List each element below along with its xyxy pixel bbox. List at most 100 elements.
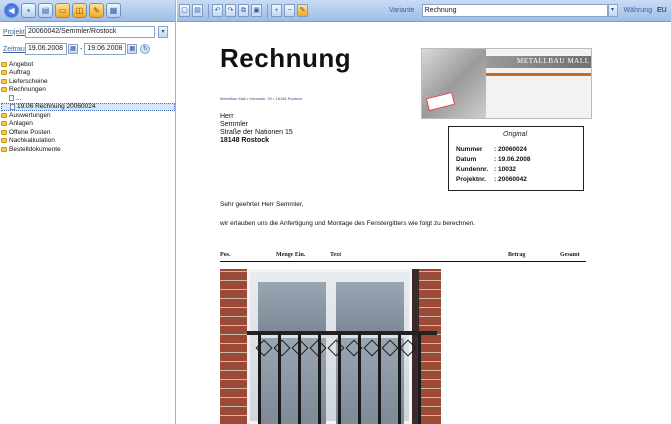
grille-diamond: [381, 339, 399, 357]
document-tree: Angebot Auftrag Lieferscheine Rechnungen...…: [0, 60, 175, 154]
variante-select[interactable]: Rechnung: [421, 4, 608, 17]
projekt-label: Projekt: [3, 28, 25, 36]
tree-item[interactable]: Nachkalkulation: [1, 137, 175, 146]
projekt-row: Projekt 20060042/Semmler/Rostock ▾: [0, 25, 175, 39]
logo-stripe: [486, 73, 591, 76]
edit-icon[interactable]: ✎: [89, 3, 104, 18]
zeitraum-row: Zeitraum 19.06.2008 ▦ - 19.06.2008 ▦ ↻: [0, 42, 175, 56]
date-to-field[interactable]: 19.06.2008: [84, 43, 127, 55]
tree-item-label: ...: [16, 94, 22, 102]
invoice-page: Rechnung Metallbau Mall • Hansastr. 90 •…: [196, 23, 596, 424]
date-separator: -: [80, 45, 83, 53]
info-value: : 19.06.2008: [494, 156, 531, 163]
tree-item-label: Offene Posten: [9, 128, 51, 136]
copy-icon[interactable]: ⧉: [238, 4, 249, 17]
table-header: Pos. Menge Ein. Text Betrag Gesamt: [220, 251, 586, 262]
waehrung-value[interactable]: EU: [657, 7, 667, 14]
address-line: Straße der Nationen 15: [220, 129, 293, 136]
tree-item-label: 19.06 Rechnung 20060024: [17, 103, 96, 111]
zoom-in-icon[interactable]: +: [271, 4, 282, 17]
tree-item[interactable]: Auftrag: [1, 69, 175, 78]
page-icon[interactable]: ▢: [179, 4, 190, 17]
print-preview-icon[interactable]: ▤: [192, 4, 203, 17]
tree-item[interactable]: ...: [1, 94, 175, 103]
tree-item[interactable]: Rechnungen: [1, 86, 175, 95]
calendar-to-icon[interactable]: ▦: [127, 44, 138, 54]
grille-bar: [418, 333, 421, 424]
greeting: Sehr geehrter Herr Semmler,: [220, 201, 304, 208]
info-row-kundennr: Kundennr. : 10032: [456, 166, 516, 173]
folder-icon: [1, 70, 7, 76]
grille-bar: [378, 333, 381, 424]
grid-icon[interactable]: ▦: [106, 3, 121, 18]
recipient-address: Herr Semmler Straße der Nationen 15 1814…: [220, 113, 293, 145]
folder-icon: [1, 146, 7, 152]
folder-icon[interactable]: ▭: [55, 3, 70, 18]
tree-item-label: Nachkalkulation: [9, 137, 55, 145]
address-line: Semmler: [220, 121, 249, 128]
col-menge: Menge Ein.: [276, 252, 306, 258]
tree-item[interactable]: Auswertungen: [1, 111, 175, 120]
save-icon[interactable]: ▪: [21, 3, 36, 18]
tree-item[interactable]: Offene Posten: [1, 128, 175, 137]
left-panel: ◀ ▪ ▤ ▭ ◫ ✎ ▦ Projekt 20060042/Semmler/R…: [0, 0, 176, 424]
folder-icon: [1, 61, 7, 67]
paste-icon[interactable]: ▣: [251, 4, 262, 17]
grille-diamond: [273, 339, 291, 357]
info-row-nummer: Nummer : 20060024: [456, 146, 527, 153]
window-pane: [336, 282, 404, 334]
grille-bar: [318, 333, 321, 424]
info-value: : 20060042: [494, 176, 527, 183]
tree-item-label: Auftrag: [9, 69, 30, 77]
tree-item[interactable]: Bestelldokumente: [1, 145, 175, 154]
grille-diamond: [399, 339, 417, 357]
window-grille-photo: [220, 269, 441, 424]
left-toolbar: ◀ ▪ ▤ ▭ ◫ ✎ ▦: [0, 0, 175, 22]
calendar-from-icon[interactable]: ▦: [68, 44, 78, 54]
tree-item-label: Lieferscheine: [9, 77, 48, 85]
waehrung-label: Währung: [623, 7, 652, 14]
logo-text: METALLBAU MALL: [517, 57, 590, 65]
projekt-dropdown-button[interactable]: ▾: [158, 26, 168, 38]
tree-item[interactable]: Anlagen: [1, 120, 175, 129]
folder-icon: [1, 121, 7, 127]
refresh-icon[interactable]: ↻: [140, 44, 151, 54]
info-key: Kundennr.: [456, 166, 489, 173]
zoom-out-icon[interactable]: −: [284, 4, 295, 17]
projekt-field[interactable]: 20060042/Semmler/Rostock: [25, 26, 155, 38]
invoice-info-box: Original Nummer : 20060024 Datum : 19.06.2…: [448, 126, 584, 191]
grille-bar: [398, 333, 401, 424]
document-icon: [10, 103, 15, 110]
info-value: : 20060024: [494, 146, 527, 153]
folder-icon: [1, 129, 7, 135]
date-from-field[interactable]: 19.06.2008: [25, 43, 67, 55]
info-value: : 10032: [494, 166, 517, 173]
tree-item-label: Rechnungen: [9, 86, 46, 94]
tree-item-label: Auswertungen: [9, 111, 51, 119]
variante-label: Variante: [389, 7, 415, 14]
document-icon[interactable]: ▤: [38, 3, 53, 18]
grille-bar: [358, 333, 361, 424]
undo-icon[interactable]: ↶: [212, 4, 223, 17]
col-text: Text: [330, 252, 342, 258]
sender-line: Metallbau Mall • Hansastr. 90 • 18146 Ro…: [220, 96, 303, 101]
invoice-title: Rechnung: [220, 43, 352, 73]
redo-icon[interactable]: ↷: [225, 4, 236, 17]
original-label: Original: [503, 131, 528, 138]
folder-icon: [1, 138, 7, 144]
info-key: Projektnr.: [456, 176, 486, 183]
address-line: 18148 Rostock: [220, 137, 270, 144]
open-folder-icon[interactable]: ◫: [72, 3, 87, 18]
back-icon[interactable]: ◀: [4, 3, 19, 18]
variante-dropdown-button[interactable]: ▾: [607, 4, 618, 17]
tree-item[interactable]: Angebot: [1, 60, 175, 69]
edit-document-icon[interactable]: ✎: [297, 4, 308, 17]
info-key: Datum: [456, 156, 477, 163]
folder-icon: [1, 78, 7, 84]
tree-item[interactable]: Lieferscheine: [1, 77, 175, 86]
toolbar-separator: [208, 3, 209, 18]
info-key: Nummer: [456, 146, 483, 153]
tree-item[interactable]: 19.06 Rechnung 20060024: [1, 102, 175, 111]
folder-icon: [1, 87, 7, 93]
col-betrag: Betrag: [508, 252, 526, 258]
